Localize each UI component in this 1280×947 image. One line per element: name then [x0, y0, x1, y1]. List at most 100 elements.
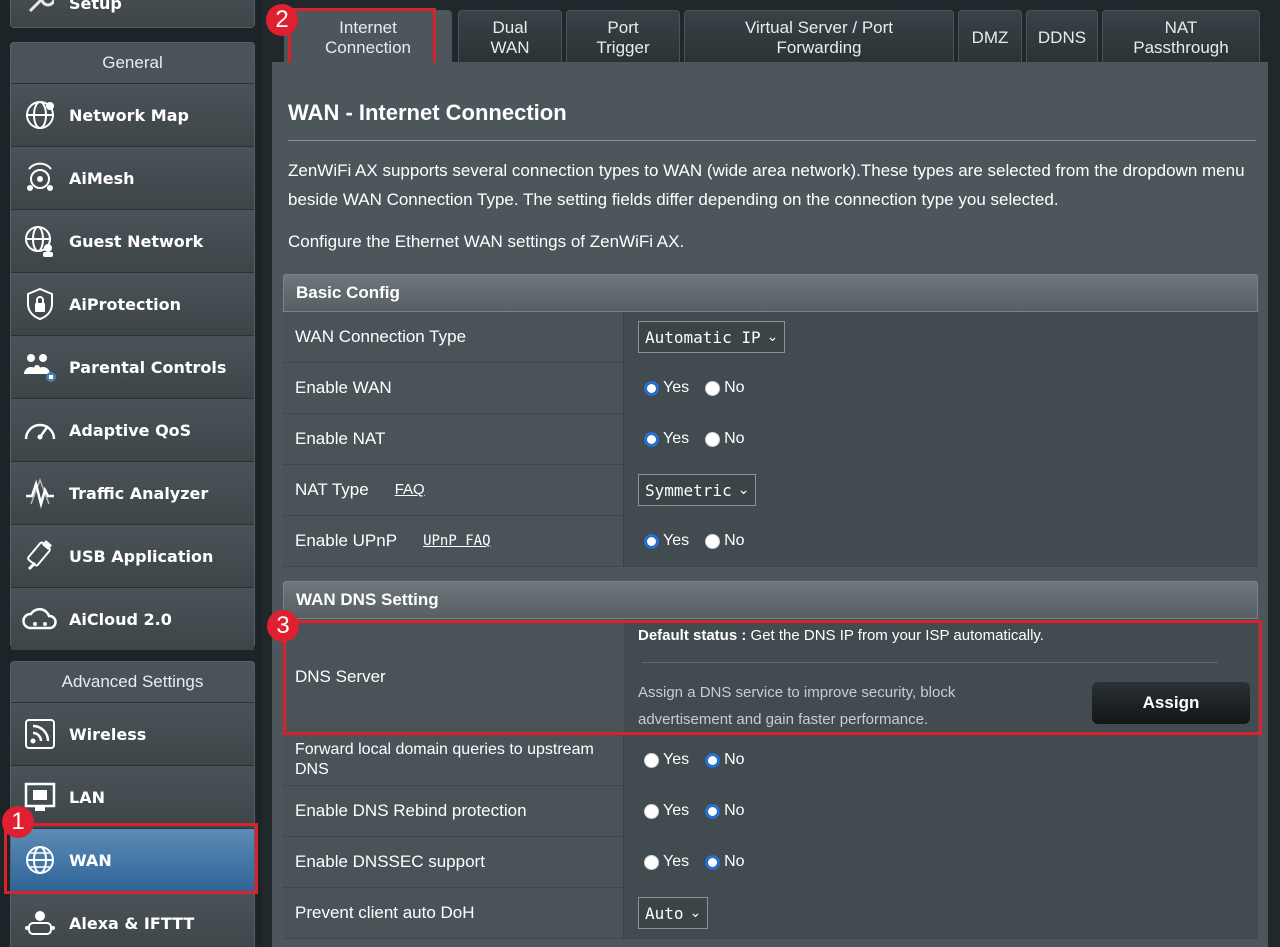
row-value: Yes No [624, 363, 1258, 413]
row-value: Yes No [624, 837, 1258, 887]
gauge-icon [21, 411, 59, 449]
chevron-down-icon: ⌄ [766, 329, 779, 345]
sidebar-item-lan[interactable]: LAN [11, 765, 254, 828]
main-panel: WAN - Internet Connection ZenWiFi AX sup… [272, 62, 1268, 947]
enable-upnp-no-radio[interactable] [705, 533, 721, 549]
page-description: ZenWiFi AX supports several connection t… [288, 161, 1245, 209]
row-label: Enable DNSSEC support [283, 837, 624, 887]
nat-type-faq-link[interactable]: FAQ [395, 480, 425, 500]
row-value: Auto ⌄ [624, 888, 1258, 938]
general-header: General [102, 53, 163, 72]
sidebar-item-label: AiProtection [69, 294, 181, 314]
globe-network-icon [21, 96, 59, 134]
sidebar-item-label: Traffic Analyzer [69, 483, 209, 503]
enable-nat-no-radio[interactable] [705, 431, 721, 447]
sidebar-item-label: Setup [69, 0, 122, 13]
sidebar-item-label: Wireless [69, 724, 147, 744]
page-title: WAN - Internet Connection [288, 100, 567, 125]
enable-nat-radio-group: Yes No [638, 430, 751, 448]
enable-upnp-label: Enable UPnP [295, 531, 398, 550]
row-label: NAT Type FAQ [283, 465, 624, 515]
row-enable-nat: Enable NAT Yes No [283, 414, 1258, 465]
row-value: Yes No [624, 786, 1258, 836]
nat-type-label: NAT Type [295, 480, 369, 499]
dnssec-no-radio[interactable] [705, 854, 721, 870]
tab-dual-wan[interactable]: Dual WAN [458, 10, 562, 64]
enable-upnp-yes-radio[interactable] [644, 533, 659, 549]
tab-label: Dual WAN [490, 17, 530, 57]
general-menu: General Network Map AiMesh Guest Network… [10, 42, 255, 650]
enable-wan-no-radio[interactable] [705, 380, 721, 396]
sidebar-item-label: LAN [69, 787, 105, 807]
dns-rebind-yes-radio[interactable] [644, 803, 659, 819]
dns-rebind-no-radio[interactable] [705, 803, 721, 819]
sidebar-item-label: Alexa & IFTTT [69, 913, 195, 933]
row-label: Enable DNS Rebind protection [283, 786, 624, 836]
tab-nat-passthrough[interactable]: NAT Passthrough [1102, 10, 1260, 64]
radio-label: No [724, 532, 745, 549]
tab-virtual-server[interactable]: Virtual Server / Port Forwarding [684, 10, 954, 64]
sidebar-item-traffic-analyzer[interactable]: Traffic Analyzer [11, 461, 254, 524]
sidebar-item-label: AiMesh [69, 168, 135, 188]
highlight-dns-server [283, 620, 1262, 735]
sidebar-item-aicloud[interactable]: AiCloud 2.0 [11, 587, 254, 650]
annotation-badge-3: 3 [267, 610, 299, 642]
row-label: WAN Connection Type [283, 312, 624, 362]
cloud-icon [21, 600, 59, 638]
title-divider [288, 140, 1256, 141]
section-header: Basic Config [283, 274, 1258, 312]
tab-ddns[interactable]: DDNS [1026, 10, 1098, 64]
enable-wan-yes-radio[interactable] [644, 380, 659, 396]
label-line-1: Forward local domain queries to upstream [295, 741, 594, 758]
upnp-faq-link[interactable]: UPnP FAQ [423, 531, 490, 551]
row-value: Symmetric ⌄ [624, 465, 1258, 515]
annotation-badge-2: 2 [266, 4, 298, 36]
dnssec-yes-radio[interactable] [644, 854, 659, 870]
tab-dmz[interactable]: DMZ [958, 10, 1022, 64]
tab-label: DDNS [1037, 27, 1087, 47]
sidebar-item-aimesh[interactable]: AiMesh [11, 146, 254, 209]
row-label: Enable NAT [283, 414, 624, 464]
sidebar-item-network-map[interactable]: Network Map [11, 83, 254, 146]
sidebar-item-usb-application[interactable]: USB Application [11, 524, 254, 587]
highlight-wan [4, 823, 258, 894]
nat-type-select[interactable]: Symmetric ⌄ [638, 474, 757, 506]
forward-local-no-radio[interactable] [705, 752, 721, 768]
radio-label: No [724, 430, 745, 447]
forward-local-yes-radio[interactable] [644, 752, 659, 768]
sidebar-item-aiprotection[interactable]: AiProtection [11, 272, 254, 335]
enable-nat-yes-radio[interactable] [644, 431, 659, 447]
radio-label: No [724, 853, 745, 870]
radio-label: Yes [663, 751, 690, 768]
sidebar-item-adaptive-qos[interactable]: Adaptive QoS [11, 398, 254, 461]
row-label: Prevent client auto DoH [283, 888, 624, 938]
tab-port-trigger[interactable]: Port Trigger [566, 10, 680, 64]
row-label: Enable WAN [283, 363, 624, 413]
row-enable-upnp: Enable UPnP UPnP FAQ Yes No [283, 516, 1258, 567]
basic-config-section: Basic Config WAN Connection Type Automat… [283, 274, 1258, 567]
sidebar-item-wireless[interactable]: Wireless [11, 702, 254, 765]
setup-box: Setup [10, 0, 255, 28]
shield-lock-icon [21, 285, 59, 323]
radio-label: No [724, 379, 745, 396]
sidebar-item-guest-network[interactable]: Guest Network [11, 209, 254, 272]
radio-label: Yes [663, 430, 690, 447]
radio-label: Yes [663, 853, 690, 870]
sidebar-item-parental-controls[interactable]: Parental Controls [11, 335, 254, 398]
wan-connection-type-select[interactable]: Automatic IP ⌄ [638, 321, 786, 353]
row-value: Yes No [624, 516, 1258, 566]
sidebar: Setup General Network Map AiMesh Guest N… [0, 0, 262, 947]
family-icon [21, 348, 59, 386]
aimesh-icon [21, 159, 59, 197]
sidebar-item-setup[interactable]: Setup [11, 0, 254, 27]
tab-label: Virtual Server / Port Forwarding [744, 17, 894, 57]
sidebar-item-alexa-ifttt[interactable]: Alexa & IFTTT [11, 891, 254, 947]
usb-icon [21, 537, 59, 575]
radio-label: Yes [663, 802, 690, 819]
chevron-down-icon: ⌄ [689, 905, 702, 921]
prevent-doh-select[interactable]: Auto ⌄ [638, 897, 709, 929]
enable-wan-radio-group: Yes No [638, 379, 751, 397]
advanced-menu: Advanced Settings Wireless LAN WAN Alexa… [10, 661, 255, 947]
row-enable-wan: Enable WAN Yes No [283, 363, 1258, 414]
row-prevent-doh: Prevent client auto DoH Auto ⌄ [283, 888, 1258, 939]
